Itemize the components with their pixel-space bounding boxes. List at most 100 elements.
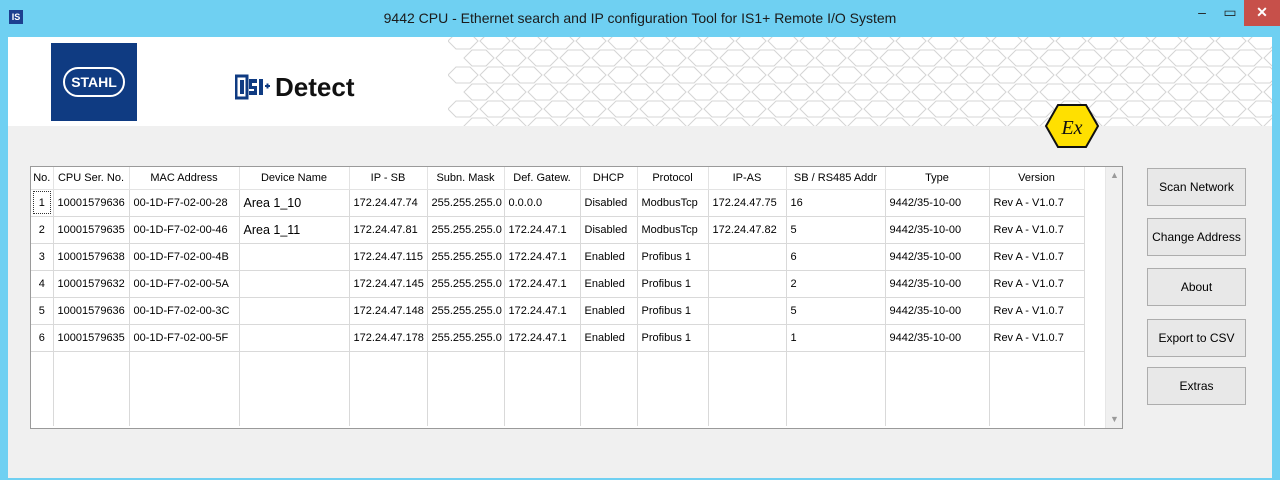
table-cell[interactable]	[239, 243, 350, 271]
table-cell[interactable]	[708, 324, 787, 352]
table-cell[interactable]: Area 1_10	[239, 189, 350, 217]
table-cell[interactable]: Profibus 1	[637, 324, 709, 352]
column-header[interactable]: IP-AS	[708, 167, 787, 190]
table-cell[interactable]: 172.24.47.81	[349, 216, 428, 244]
table-cell[interactable]: 255.255.255.0	[427, 189, 505, 217]
table-cell[interactable]	[239, 270, 350, 298]
table-cell[interactable]: 5	[31, 297, 54, 325]
table-cell[interactable]: 10001579632	[53, 270, 130, 298]
table-cell[interactable]: Rev A - V1.0.7	[989, 243, 1085, 271]
table-cell[interactable]: 6	[31, 324, 54, 352]
table-cell[interactable]: 16	[786, 189, 886, 217]
table-cell[interactable]: Enabled	[580, 243, 638, 271]
column-header[interactable]: Type	[885, 167, 990, 190]
table-row[interactable]: 3 10001579638 00-1D-F7-02-00-4B 172.24.47.1…	[31, 243, 1085, 271]
table-cell[interactable]: 9442/35-10-00	[885, 297, 990, 325]
table-cell[interactable]: 4	[31, 270, 54, 298]
table-cell[interactable]: Rev A - V1.0.7	[989, 189, 1085, 217]
table-cell[interactable]: 00-1D-F7-02-00-5F	[129, 324, 240, 352]
table-cell[interactable]: Profibus 1	[637, 243, 709, 271]
table-cell[interactable]: 255.255.255.0	[427, 270, 505, 298]
table-cell[interactable]: 255.255.255.0	[427, 216, 505, 244]
column-header[interactable]: Device Name	[239, 167, 350, 190]
table-cell[interactable]: 6	[786, 243, 886, 271]
scroll-up-icon[interactable]: ▲	[1106, 167, 1122, 184]
column-header[interactable]: DHCP	[580, 167, 638, 190]
table-cell[interactable]: Disabled	[580, 216, 638, 244]
change-address-button[interactable]: Change Address	[1147, 218, 1246, 256]
table-cell[interactable]: 5	[786, 216, 886, 244]
table-cell[interactable]: Enabled	[580, 270, 638, 298]
vertical-scrollbar[interactable]: ▲ ▼	[1105, 167, 1122, 428]
table-cell[interactable]: Rev A - V1.0.7	[989, 216, 1085, 244]
column-header[interactable]: SB / RS485 Addr	[786, 167, 886, 190]
table-cell[interactable]: 0.0.0.0	[504, 189, 581, 217]
column-header[interactable]: Def. Gatew.	[504, 167, 581, 190]
table-row[interactable]: 4 10001579632 00-1D-F7-02-00-5A 172.24.47.1…	[31, 270, 1085, 298]
table-cell[interactable]: ModbusTcp	[637, 216, 709, 244]
table-cell[interactable]: 172.24.47.75	[708, 189, 787, 217]
table-cell[interactable]: 2	[31, 216, 54, 244]
table-cell[interactable]: 9442/35-10-00	[885, 270, 990, 298]
column-header[interactable]: MAC Address	[129, 167, 240, 190]
table-row[interactable]: 1 10001579636 00-1D-F7-02-00-28 Area 1_10 17…	[31, 189, 1085, 217]
scan-network-button[interactable]: Scan Network	[1147, 168, 1246, 206]
table-cell[interactable]: 172.24.47.145	[349, 270, 428, 298]
table-cell[interactable]: 00-1D-F7-02-00-4B	[129, 243, 240, 271]
table-cell[interactable]: 00-1D-F7-02-00-28	[129, 189, 240, 217]
table-cell[interactable]: Enabled	[580, 324, 638, 352]
table-row[interactable]: 5 10001579636 00-1D-F7-02-00-3C 172.24.47.1…	[31, 297, 1085, 325]
column-header[interactable]: IP - SB	[349, 167, 428, 190]
about-button[interactable]: About	[1147, 268, 1246, 306]
table-cell[interactable]: 172.24.47.1	[504, 324, 581, 352]
scroll-down-icon[interactable]: ▼	[1106, 411, 1122, 428]
table-cell[interactable]	[708, 297, 787, 325]
table-cell[interactable]: 172.24.47.115	[349, 243, 428, 271]
table-cell[interactable]: 1	[31, 189, 54, 217]
table-cell[interactable]: Rev A - V1.0.7	[989, 297, 1085, 325]
table-cell[interactable]: 3	[31, 243, 54, 271]
table-cell[interactable]: 255.255.255.0	[427, 243, 505, 271]
table-cell[interactable]: 10001579636	[53, 297, 130, 325]
table-cell[interactable]: Area 1_11	[239, 216, 350, 244]
export-csv-button[interactable]: Export to CSV	[1147, 319, 1246, 357]
table-cell[interactable]: 9442/35-10-00	[885, 216, 990, 244]
table-cell[interactable]: 2	[786, 270, 886, 298]
table-cell[interactable]: 172.24.47.82	[708, 216, 787, 244]
table-cell[interactable]: 10001579636	[53, 189, 130, 217]
column-header[interactable]: Version	[989, 167, 1085, 190]
column-header[interactable]: Protocol	[637, 167, 709, 190]
table-cell[interactable]: 9442/35-10-00	[885, 324, 990, 352]
table-cell[interactable]: 10001579635	[53, 216, 130, 244]
table-cell[interactable]: Rev A - V1.0.7	[989, 324, 1085, 352]
extras-button[interactable]: Extras	[1147, 367, 1246, 405]
table-cell[interactable]	[239, 324, 350, 352]
table-cell[interactable]: 00-1D-F7-02-00-5A	[129, 270, 240, 298]
table-cell[interactable]: Profibus 1	[637, 297, 709, 325]
table-cell[interactable]: 00-1D-F7-02-00-46	[129, 216, 240, 244]
column-header[interactable]: Subn. Mask	[427, 167, 505, 190]
table-cell[interactable]: 255.255.255.0	[427, 297, 505, 325]
table-cell[interactable]: 172.24.47.1	[504, 297, 581, 325]
table-cell[interactable]: 5	[786, 297, 886, 325]
table-cell[interactable]: 172.24.47.1	[504, 243, 581, 271]
table-cell[interactable]: 172.24.47.1	[504, 216, 581, 244]
table-cell[interactable]: 172.24.47.178	[349, 324, 428, 352]
column-header[interactable]: CPU Ser. No.	[53, 167, 130, 190]
close-button[interactable]: ✕	[1244, 0, 1280, 26]
table-row[interactable]: 2 10001579635 00-1D-F7-02-00-46 Area 1_11 17…	[31, 216, 1085, 244]
table-cell[interactable]: 172.24.47.148	[349, 297, 428, 325]
table-cell[interactable]: ModbusTcp	[637, 189, 709, 217]
table-cell[interactable]: 1	[786, 324, 886, 352]
table-cell[interactable]: 10001579638	[53, 243, 130, 271]
table-cell[interactable]	[708, 243, 787, 271]
table-cell[interactable]: Enabled	[580, 297, 638, 325]
maximize-button[interactable]: ▭	[1216, 0, 1244, 26]
table-cell[interactable]: 9442/35-10-00	[885, 189, 990, 217]
column-header[interactable]: No.	[31, 167, 54, 190]
table-row[interactable]: 6 10001579635 00-1D-F7-02-00-5F 172.24.47.1…	[31, 324, 1085, 352]
table-cell[interactable]: 172.24.47.74	[349, 189, 428, 217]
table-cell[interactable]: 00-1D-F7-02-00-3C	[129, 297, 240, 325]
minimize-button[interactable]: –	[1188, 0, 1216, 26]
table-cell[interactable]: 9442/35-10-00	[885, 243, 990, 271]
